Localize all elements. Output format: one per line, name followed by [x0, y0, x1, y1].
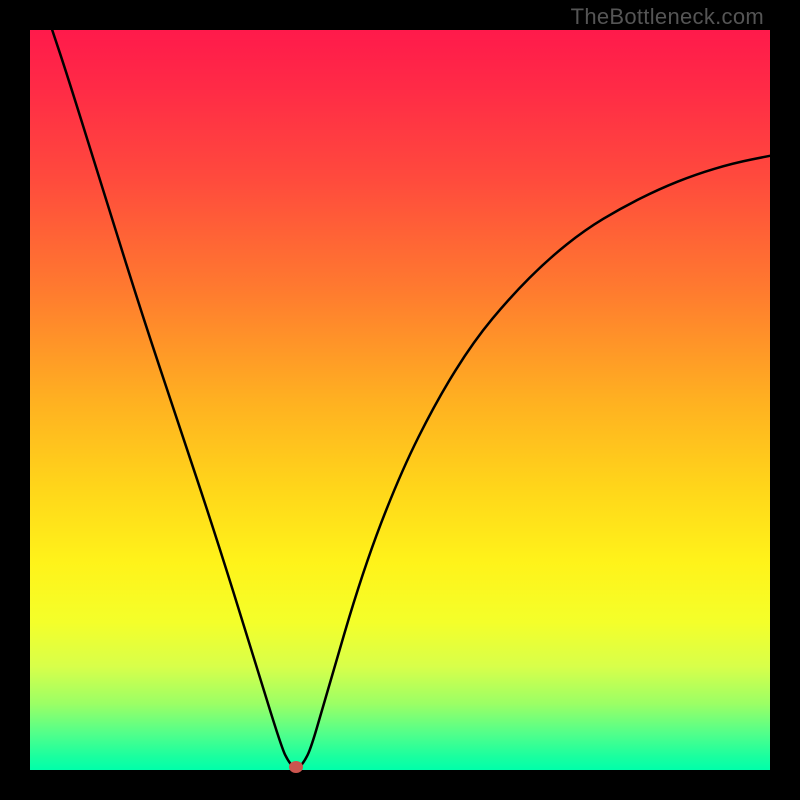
bottleneck-curve — [30, 30, 770, 770]
plot-area — [30, 30, 770, 770]
optimum-marker — [289, 761, 303, 773]
chart-frame: TheBottleneck.com — [0, 0, 800, 800]
watermark-text: TheBottleneck.com — [571, 4, 764, 30]
curve-path — [52, 30, 770, 768]
